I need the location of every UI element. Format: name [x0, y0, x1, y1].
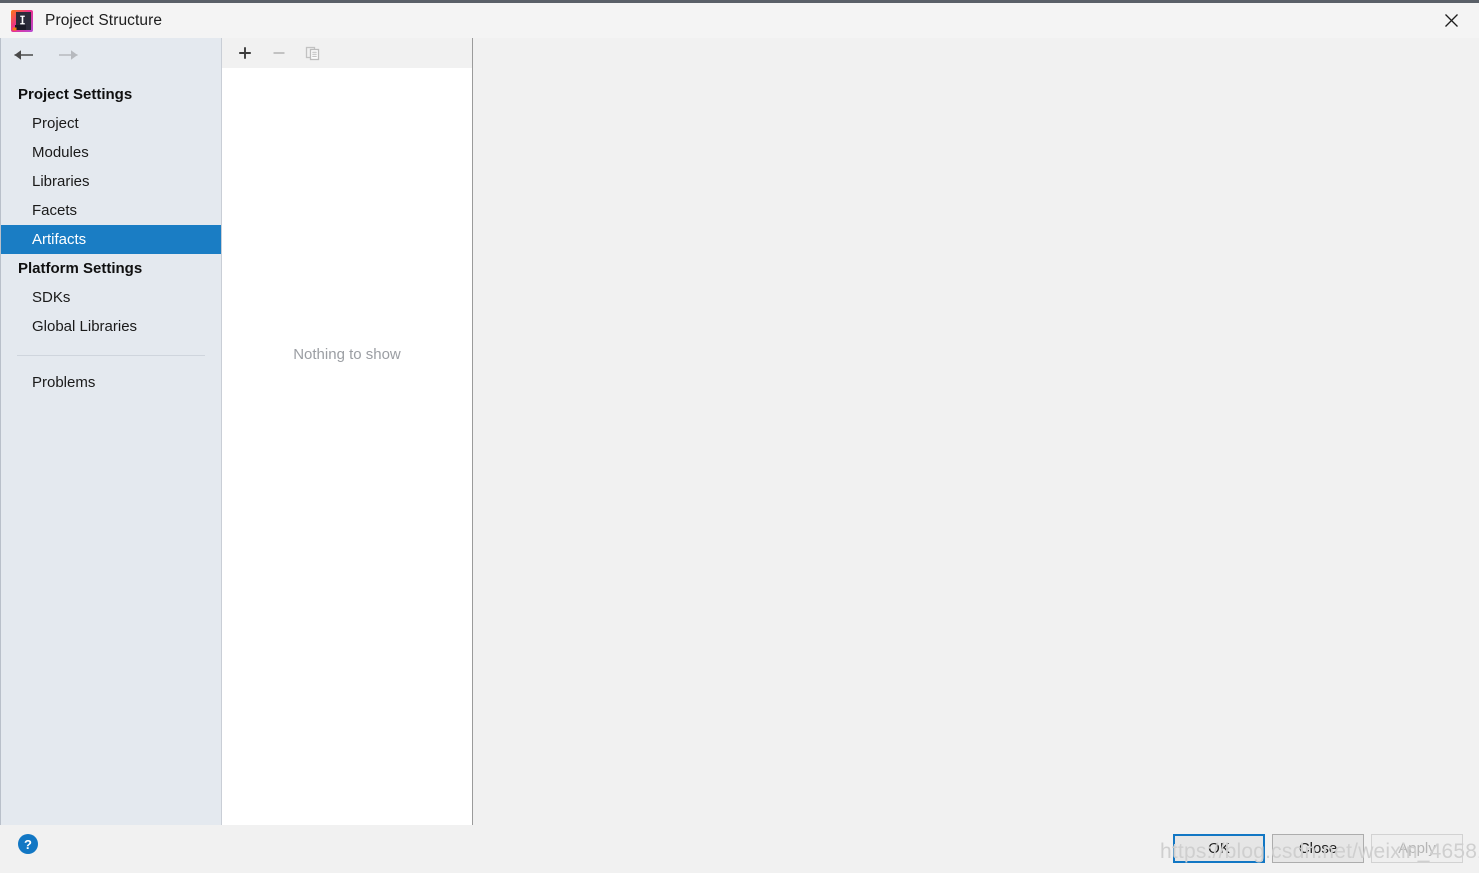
- artifacts-tree-panel: Nothing to show: [222, 38, 473, 825]
- window-titlebar: Project Structure: [0, 3, 1479, 38]
- close-icon[interactable]: [1423, 3, 1479, 38]
- artifact-detail-pane: [473, 38, 1479, 825]
- apply-button-label: Apply: [1398, 840, 1436, 857]
- sidebar-item-global-libraries[interactable]: Global Libraries: [1, 312, 221, 341]
- sidebar-item-facets[interactable]: Facets: [1, 196, 221, 225]
- copy-icon: [302, 42, 324, 64]
- sidebar-item-problems[interactable]: Problems: [1, 368, 221, 397]
- back-arrow-icon[interactable]: [13, 45, 39, 65]
- dialog-footer: ? OK Close Apply: [0, 825, 1479, 873]
- close-button[interactable]: Close: [1272, 834, 1364, 863]
- window-title: Project Structure: [45, 11, 163, 29]
- artifacts-toolbar: [222, 38, 472, 68]
- empty-state-message: Nothing to show: [293, 346, 401, 363]
- close-button-label: Close: [1298, 840, 1338, 857]
- dialog-button-row: OK Close Apply: [1173, 834, 1463, 863]
- apply-button: Apply: [1371, 834, 1463, 863]
- sidebar-group-project-settings: Project Settings: [18, 86, 133, 103]
- sidebar-item-sdks[interactable]: SDKs: [1, 283, 221, 312]
- help-icon[interactable]: ?: [18, 834, 38, 854]
- sidebar-group-platform-settings: Platform Settings: [18, 260, 143, 277]
- settings-sidebar: Project Settings Project Modules Librari…: [0, 38, 222, 825]
- project-structure-dialog: Project Structure Project Settings Proje…: [0, 0, 1479, 873]
- minus-icon: [268, 42, 290, 64]
- intellij-idea-icon: [11, 9, 33, 32]
- artifacts-tree-body[interactable]: Nothing to show: [222, 68, 472, 825]
- sidebar-item-libraries[interactable]: Libraries: [1, 167, 221, 196]
- forward-arrow-icon: [55, 45, 81, 65]
- sidebar-divider: [17, 355, 205, 356]
- sidebar-item-modules[interactable]: Modules: [1, 138, 221, 167]
- ok-button-label: OK: [1208, 840, 1230, 857]
- ok-button[interactable]: OK: [1173, 834, 1265, 863]
- sidebar-nav-list: Project Settings Project Modules Librari…: [1, 80, 221, 397]
- sidebar-nav-arrows: [1, 38, 221, 72]
- sidebar-item-project[interactable]: Project: [1, 109, 221, 138]
- sidebar-item-artifacts[interactable]: Artifacts: [1, 225, 221, 254]
- plus-icon[interactable]: [234, 42, 256, 64]
